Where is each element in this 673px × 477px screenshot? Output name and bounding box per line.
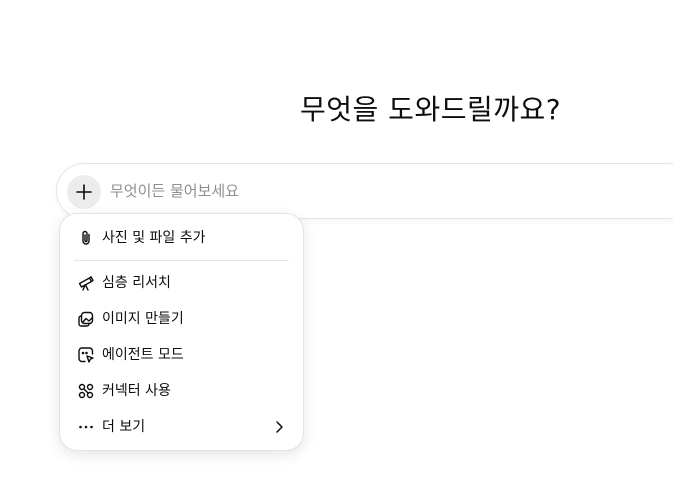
menu-item-label: 심층 리서치 xyxy=(102,275,171,291)
menu-item-add-photos-files[interactable]: 사진 및 파일 추가 xyxy=(68,222,296,254)
tools-menu: 사진 및 파일 추가 심층 리서치 이미지 만들기 에이전트 모드 커넥터 사용… xyxy=(59,213,304,451)
menu-item-agent-mode[interactable]: 에이전트 모드 xyxy=(68,339,296,371)
image-create-icon xyxy=(77,310,95,328)
chevron-right-icon xyxy=(270,418,288,436)
prompt-input[interactable] xyxy=(110,178,670,204)
more-horizontal-icon xyxy=(77,418,95,436)
composer xyxy=(56,163,673,219)
menu-item-label: 이미지 만들기 xyxy=(102,311,184,327)
menu-item-label: 에이전트 모드 xyxy=(102,347,184,363)
menu-item-label: 사진 및 파일 추가 xyxy=(102,230,206,246)
plus-icon xyxy=(75,183,93,201)
menu-item-label: 더 보기 xyxy=(102,419,146,435)
menu-divider xyxy=(74,260,289,261)
menu-item-deep-research[interactable]: 심층 리서치 xyxy=(68,267,296,299)
menu-item-label: 커넥터 사용 xyxy=(102,383,171,399)
add-button[interactable] xyxy=(67,175,101,209)
menu-item-create-image[interactable]: 이미지 만들기 xyxy=(68,303,296,335)
page-title: 무엇을 도와드릴까요? xyxy=(300,93,562,126)
paperclip-icon xyxy=(77,229,95,247)
menu-item-more[interactable]: 더 보기 xyxy=(68,411,296,443)
agent-cursor-icon xyxy=(77,346,95,364)
menu-item-use-connectors[interactable]: 커넥터 사용 xyxy=(68,375,296,407)
connectors-icon xyxy=(77,382,95,400)
telescope-icon xyxy=(77,274,95,292)
